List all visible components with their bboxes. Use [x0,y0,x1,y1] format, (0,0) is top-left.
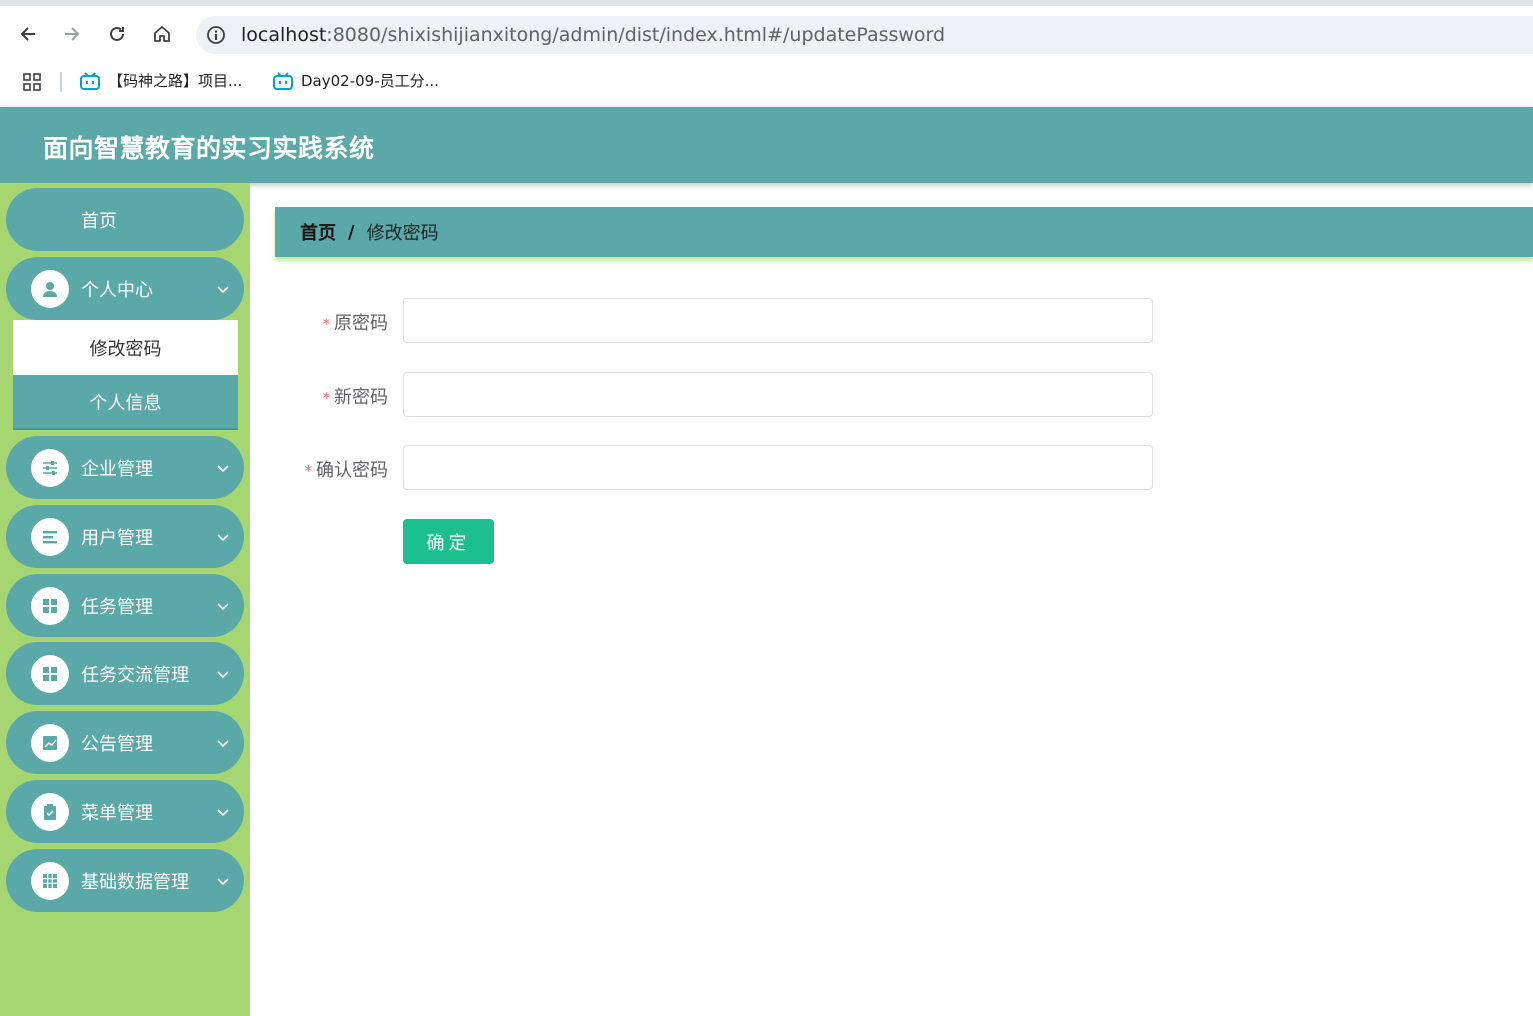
sidebar-item-personal-center[interactable]: 个人中心 [6,257,244,320]
sidebar-item-label: 用户管理 [81,527,153,549]
confirm-password-label-text: 确认密码 [316,460,388,481]
bilibili-icon [273,71,293,90]
bookmarks-bar: 【码神之路】项目... Day02-09-员工分... [0,64,1533,100]
required-mark: * [322,315,331,333]
submenu-item-change-password[interactable]: 修改密码 [13,320,238,375]
breadcrumb-home[interactable]: 首页 [300,219,336,245]
grid-icon [31,654,69,693]
bilibili-icon [80,71,100,90]
clipboard-check-icon [31,792,69,831]
chevron-down-icon [217,740,229,748]
sidebar-item-users[interactable]: 用户管理 [6,505,244,568]
confirm-password-label: * 确认密码 [305,456,389,482]
breadcrumb-separator: / [348,221,355,243]
bookmark-separator [60,72,62,92]
sidebar-item-label: 公告管理 [81,733,153,755]
url-text[interactable]: localhost:8080/shixishijianxitong/admin/… [241,24,945,46]
reload-icon[interactable] [103,20,131,48]
chevron-down-icon [217,465,229,473]
browser-toolbar: localhost:8080/shixishijianxitong/admin/… [0,6,1533,62]
new-password-label: * 新密码 [323,383,389,409]
app-header: 面向智慧教育的实习实践系统 [0,107,1533,183]
sidebar-item-menus[interactable]: 菜单管理 [6,780,244,843]
new-password-label-text: 新密码 [334,387,388,408]
sidebar-item-base-data[interactable]: 基础数据管理 [6,849,244,912]
chevron-down-icon [217,809,229,817]
sidebar-item-label: 个人中心 [81,279,153,301]
apps-grid-icon[interactable] [22,72,42,92]
sidebar-item-announcements[interactable]: 公告管理 [6,711,244,774]
chevron-down-icon [217,286,229,294]
url-path: :8080/shixishijianxitong/admin/dist/inde… [326,24,946,46]
sidebar-item-label: 菜单管理 [81,802,153,824]
table-grid-icon [31,861,69,900]
chevron-down-icon [217,534,229,542]
bookmark-1-label: 【码神之路】项目... [108,72,243,90]
sidebar-item-label: 任务管理 [81,596,153,618]
user-icon [31,269,69,308]
home-icon[interactable] [148,20,176,48]
chevron-down-icon [217,671,229,679]
old-password-input[interactable] [403,298,1153,343]
chart-icon [31,723,69,762]
sidebar-item-label: 首页 [81,210,117,232]
bookmark-2[interactable]: Day02-09-员工分... [273,70,439,91]
personal-center-submenu: 修改密码 个人信息 [13,320,238,430]
new-password-row: * 新密码 [290,372,1160,418]
sidebar-item-label: 基础数据管理 [81,871,189,893]
confirm-password-row: * 确认密码 [290,445,1160,491]
sidebar-item-enterprise[interactable]: 企业管理 [6,436,244,499]
confirm-password-input[interactable] [403,445,1153,490]
old-password-row: * 原密码 [290,298,1160,344]
old-password-label: * 原密码 [323,309,389,335]
grid-icon [31,586,69,625]
required-mark: * [304,462,313,480]
new-password-input[interactable] [403,372,1153,417]
submit-button[interactable]: 确定 [403,519,494,564]
breadcrumb-current: 修改密码 [366,223,439,244]
address-bar[interactable]: localhost:8080/shixishijianxitong/admin/… [196,16,1533,54]
chevron-down-icon [217,878,229,886]
sidebar-item-label: 任务交流管理 [81,664,189,686]
sidebar-item-tasks[interactable]: 任务管理 [6,574,244,637]
sliders-icon [31,448,69,487]
sidebar-item-task-communication[interactable]: 任务交流管理 [6,642,244,705]
chevron-down-icon [217,603,229,611]
back-arrow-icon[interactable] [14,20,42,48]
sidebar-item-home[interactable]: 首页 [6,188,244,251]
app-title: 面向智慧教育的实习实践系统 [43,134,375,163]
submenu-item-personal-info[interactable]: 个人信息 [13,375,238,430]
site-info-icon[interactable] [206,25,226,45]
bookmark-2-label: Day02-09-员工分... [301,72,439,90]
required-mark: * [322,389,331,407]
url-host: localhost [241,24,327,46]
forward-arrow-icon[interactable] [58,20,86,48]
browser-chrome: localhost:8080/shixishijianxitong/admin/… [0,0,1533,106]
bookmark-1[interactable]: 【码神之路】项目... [80,70,242,91]
sidebar-item-label: 企业管理 [81,458,153,480]
list-icon [31,517,69,556]
old-password-label-text: 原密码 [334,313,388,334]
breadcrumb: 首页 / 修改密码 [275,207,1533,257]
